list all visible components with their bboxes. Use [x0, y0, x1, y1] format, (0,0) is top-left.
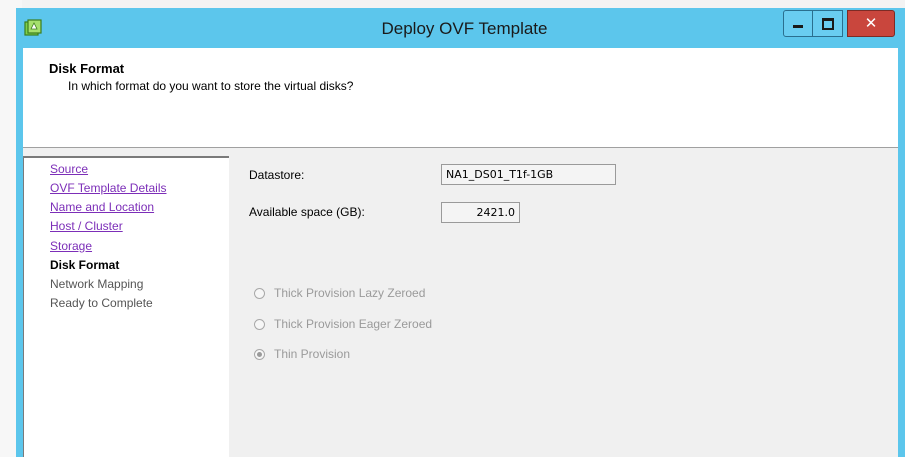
option-label: Thick Provision Eager Zeroed [274, 317, 433, 331]
close-icon: ✕ [864, 14, 878, 32]
step-title: Disk Format [49, 61, 125, 76]
nav-item-source[interactable]: Source [50, 162, 88, 176]
maximize-button[interactable] [812, 10, 843, 37]
wizard-header: Disk Format In which format do you want … [23, 48, 898, 148]
thick-lazy-zeroed-option[interactable]: Thick Provision Lazy Zeroed [254, 286, 425, 300]
radio-unselected-icon[interactable] [254, 318, 265, 330]
nav-item-ovf-template-details[interactable]: OVF Template Details [50, 181, 167, 195]
nav-item-ready-to-complete: Ready to Complete [50, 296, 153, 310]
wizard-steps-nav: Source OVF Template Details Name and Loc… [23, 156, 229, 457]
minimize-button[interactable] [783, 10, 813, 37]
wizard-body: Disk Format In which format do you want … [23, 48, 898, 457]
nav-item-network-mapping: Network Mapping [50, 277, 144, 291]
disk-format-panel: Datastore: NA1_DS01_T1f-1GB Available sp… [229, 154, 898, 457]
option-label: Thick Provision Lazy Zeroed [274, 286, 426, 300]
step-subtitle: In which format do you want to store the… [68, 79, 354, 93]
maximize-icon [821, 17, 834, 30]
nav-item-host-cluster[interactable]: Host / Cluster [50, 219, 123, 233]
nav-item-name-and-location[interactable]: Name and Location [50, 200, 154, 214]
thick-eager-zeroed-option[interactable]: Thick Provision Eager Zeroed [254, 317, 432, 331]
nav-item-disk-format: Disk Format [50, 258, 120, 272]
title-bar[interactable]: Deploy OVF Template ✕ [16, 8, 905, 48]
datastore-label: Datastore: [249, 168, 305, 182]
option-label: Thin Provision [274, 347, 351, 361]
nav-item-storage[interactable]: Storage [50, 239, 92, 253]
window-title: Deploy OVF Template [381, 19, 548, 38]
datastore-field: NA1_DS01_T1f-1GB [441, 164, 616, 185]
radio-selected-icon[interactable] [254, 348, 265, 360]
radio-unselected-icon[interactable] [254, 287, 265, 299]
available-space-field: 2421.0 [441, 202, 520, 223]
thin-provision-option[interactable]: Thin Provision [254, 347, 350, 361]
close-button[interactable]: ✕ [847, 10, 895, 37]
deploy-ovf-window: Deploy OVF Template ✕ Disk Format In whi… [16, 8, 905, 457]
minimize-icon [793, 25, 803, 28]
available-space-label: Available space (GB): [249, 205, 365, 219]
